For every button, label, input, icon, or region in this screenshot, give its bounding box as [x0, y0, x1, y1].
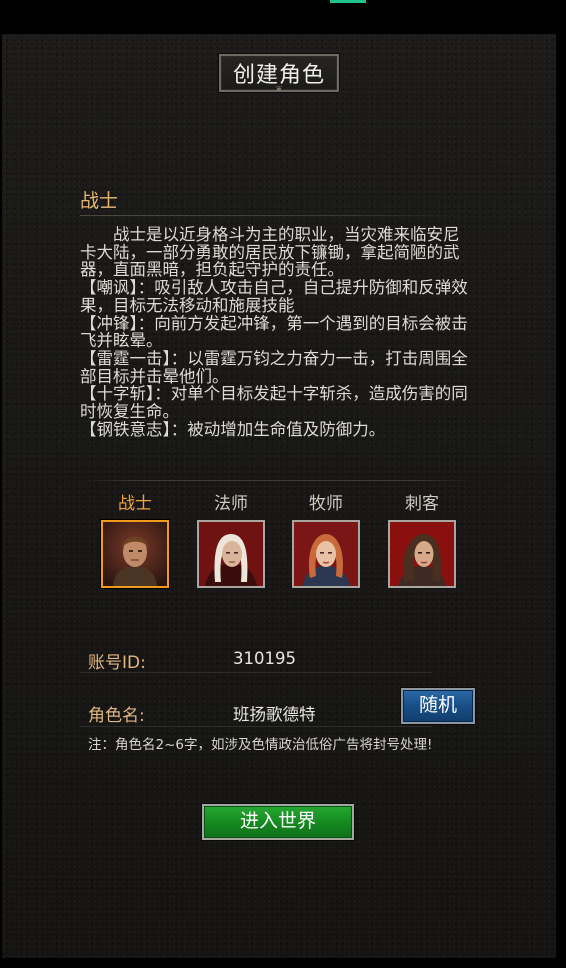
- character-name-divider: [80, 726, 432, 727]
- enter-world-button[interactable]: 进入世界: [202, 804, 354, 840]
- class-option-mage[interactable]: 法师: [196, 492, 266, 588]
- character-name-label: 角色名:: [88, 706, 145, 726]
- description-intro: 战士是以近身格斗为主的职业，当灾难来临安尼卡大陆，一部分勇敢的居民放下镰锄，拿起…: [80, 225, 460, 280]
- bottom-bar: [0, 958, 566, 968]
- warrior-portrait[interactable]: [101, 520, 169, 588]
- assassin-portrait[interactable]: [388, 520, 456, 588]
- class-description: 战士是以近身格斗为主的职业，当灾难来临安尼卡大陆，一部分勇敢的居民放下镰锄，拿起…: [80, 226, 472, 438]
- title-ornament-icon: ❦: [275, 85, 283, 95]
- class-selector-divider: [80, 480, 472, 481]
- description-skill-charge: 【冲锋】：向前方发起冲锋，第一个遇到的目标会被击飞并眩晕。: [80, 313, 468, 351]
- class-name-warrior: 战士: [118, 494, 152, 514]
- class-option-assassin[interactable]: 刺客: [387, 492, 457, 588]
- random-name-button[interactable]: 随机: [401, 688, 475, 724]
- priest-portrait[interactable]: [292, 520, 360, 588]
- character-name-input[interactable]: 班扬歌德特: [233, 701, 316, 725]
- description-skill-iron-will: 【钢铁意志】：被动增加生命值及防御力。: [80, 419, 386, 439]
- mage-portrait[interactable]: [197, 520, 265, 588]
- description-skill-taunt: 【嘲讽】：吸引敌人攻击自己，自己提升防御和反弹效果，目标无法移动和施展技能: [80, 278, 468, 315]
- class-name-mage: 法师: [214, 494, 248, 514]
- class-heading: 战士: [80, 190, 119, 212]
- right-edge-bar: [556, 0, 566, 968]
- class-option-priest[interactable]: 牧师: [291, 492, 361, 588]
- class-name-assassin: 刺客: [405, 494, 439, 514]
- description-skill-thunder-strike: 【雷霆一击】：以雷霆万钧之力奋力一击，打击周围全部目标并击晕他们。: [80, 348, 468, 386]
- account-id-label: 账号ID:: [88, 653, 146, 673]
- class-option-warrior[interactable]: 战士: [100, 492, 170, 588]
- name-rules-note: 注：角色名2~6字，如涉及色情政治低俗广告将封号处理!: [88, 737, 433, 753]
- account-id-value: 310195: [233, 649, 296, 668]
- top-bar: [0, 0, 566, 34]
- class-name-priest: 牧师: [309, 494, 343, 514]
- top-indicator: [330, 0, 366, 3]
- heading-divider: [80, 215, 470, 216]
- description-skill-cross-slash: 【十字斩】：对单个目标发起十字斩杀，造成伤害的同时恢复生命。: [80, 384, 468, 422]
- account-divider: [80, 672, 432, 673]
